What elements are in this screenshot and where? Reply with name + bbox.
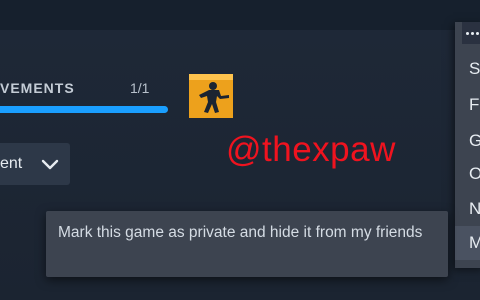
filter-dropdown[interactable]: ent bbox=[0, 143, 70, 185]
menu-item-label: S bbox=[469, 59, 480, 78]
context-menu-item[interactable]: G bbox=[455, 124, 480, 158]
achievements-title: VEMENTS bbox=[0, 80, 75, 96]
context-menu-item[interactable]: N bbox=[455, 192, 480, 226]
watermark-text: @thexpaw bbox=[226, 130, 396, 169]
menu-item-label: M bbox=[469, 233, 480, 252]
top-strip bbox=[0, 0, 480, 30]
menu-item-label: G bbox=[469, 131, 480, 150]
tooltip-text: Mark this game as private and hide it fr… bbox=[58, 224, 423, 241]
tooltip: Mark this game as private and hide it fr… bbox=[46, 211, 448, 277]
context-menu-item[interactable]: F bbox=[455, 88, 480, 122]
menu-item-label: N bbox=[469, 199, 480, 218]
achievements-count: 1/1 bbox=[130, 80, 150, 96]
achievements-progress-fill bbox=[0, 106, 168, 113]
menu-item-label: O bbox=[469, 164, 480, 183]
dropdown-label: ent bbox=[0, 155, 23, 172]
more-options-icon[interactable] bbox=[462, 22, 480, 44]
context-menu-item[interactable]: O bbox=[455, 157, 480, 191]
achievements-progress-bar bbox=[0, 106, 168, 113]
chevron-down-icon bbox=[40, 157, 60, 171]
counter-strike-logo-icon[interactable] bbox=[189, 74, 233, 118]
context-menu-item-hovered[interactable]: M bbox=[455, 226, 480, 260]
menu-item-label: F bbox=[469, 95, 480, 114]
context-menu-item[interactable]: S bbox=[455, 52, 480, 86]
